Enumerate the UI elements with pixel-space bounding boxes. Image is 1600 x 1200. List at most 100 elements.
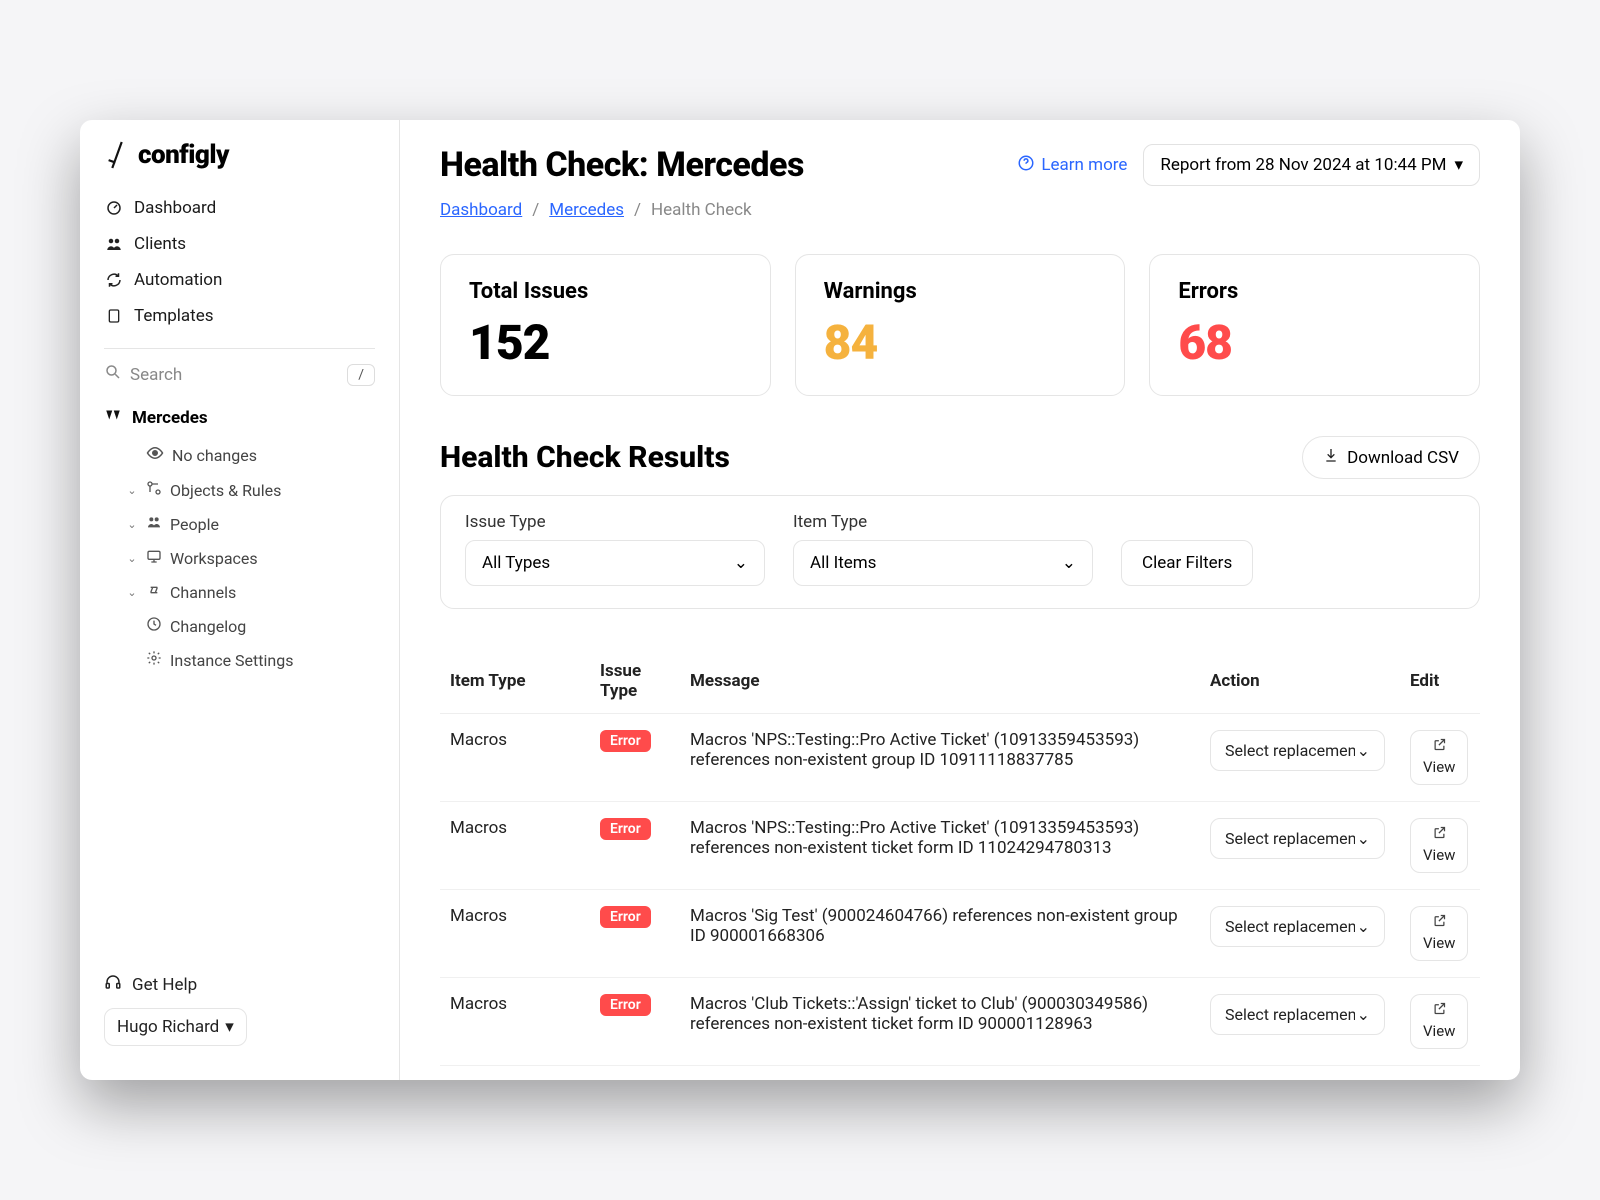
filter-item-type-select[interactable]: All Items ⌄ [793, 540, 1093, 586]
view-button[interactable]: View [1410, 818, 1468, 873]
view-button[interactable]: View [1410, 994, 1468, 1049]
learn-more-link[interactable]: Learn more [1017, 154, 1127, 177]
help-link[interactable]: Get Help [104, 973, 375, 996]
cell-item-type: Macros [440, 802, 590, 890]
caret-down-icon: ▾ [1454, 155, 1463, 175]
breadcrumb: Dashboard / Mercedes / Health Check [440, 200, 1480, 220]
nav-automation[interactable]: Automation [104, 262, 375, 298]
search-kbd: / [347, 364, 375, 386]
external-link-icon [1432, 737, 1447, 756]
chevron-down-icon: ⌄ [1062, 553, 1076, 573]
tree-instance-settings[interactable]: Instance Settings [80, 643, 399, 677]
tree-channels[interactable]: ⌄ Channels [80, 575, 399, 609]
error-badge: Error [600, 906, 651, 928]
brand-icon [100, 138, 135, 173]
clock-icon [146, 616, 162, 636]
col-item-type: Item Type [440, 649, 590, 714]
cell-item-type: Macros [440, 714, 590, 802]
search-input[interactable]: Search [104, 363, 337, 386]
results-title: Health Check Results [440, 440, 730, 475]
report-selector[interactable]: Report from 28 Nov 2024 at 10:44 PM ▾ [1143, 144, 1480, 186]
sidebar: configly Dashboard Clients Automation [80, 120, 400, 1080]
col-edit: Edit [1400, 649, 1480, 714]
table-row: MacrosErrorMacros 'NPS::Testing::Pro Act… [440, 802, 1480, 890]
user-menu[interactable]: Hugo Richard ▾ [104, 1008, 247, 1046]
error-badge: Error [600, 818, 651, 840]
channels-icon [146, 582, 162, 602]
chevron-down-icon: ⌄ [126, 586, 138, 599]
search-icon [104, 363, 122, 386]
people-icon [146, 514, 162, 534]
error-badge: Error [600, 730, 651, 752]
automation-icon [104, 271, 124, 289]
col-message: Message [680, 649, 1200, 714]
action-select[interactable]: Select replacement⌄ [1210, 818, 1385, 859]
workspace-icon [146, 548, 162, 568]
chevron-down-icon: ⌄ [126, 518, 138, 531]
client-brand-icon [104, 406, 122, 429]
page-title: Health Check: Mercedes [440, 145, 804, 185]
tree-changelog[interactable]: Changelog [80, 609, 399, 643]
tree-people[interactable]: ⌄ People [80, 507, 399, 541]
filter-bar: Issue Type All Types ⌄ Item Type All Ite… [440, 495, 1480, 609]
cell-item-type: Macros [440, 890, 590, 978]
chevron-down-icon: ⌄ [1357, 829, 1370, 848]
chevron-down-icon: ⌄ [1357, 1005, 1370, 1024]
tree-objects-rules[interactable]: ⌄ Objects & Rules [80, 473, 399, 507]
cell-message: Macros 'NPS::Testing::Pro Active Ticket'… [680, 714, 1200, 802]
main-content: Health Check: Mercedes Learn more Report… [400, 120, 1520, 1080]
nav-templates[interactable]: Templates [104, 298, 375, 334]
filter-issue-type-select[interactable]: All Types ⌄ [465, 540, 765, 586]
filter-item-type-label: Item Type [793, 512, 1093, 532]
col-action: Action [1200, 649, 1400, 714]
external-link-icon [1432, 1001, 1447, 1020]
stat-errors: Errors 68 [1149, 254, 1480, 396]
error-badge: Error [600, 994, 651, 1016]
client-header[interactable]: Mercedes [80, 398, 399, 437]
stat-warnings: Warnings 84 [795, 254, 1126, 396]
breadcrumb-current: Health Check [651, 200, 752, 220]
clear-filters-button[interactable]: Clear Filters [1121, 540, 1253, 586]
action-select[interactable]: Select replacement⌄ [1210, 906, 1385, 947]
chevron-down-icon: ⌄ [126, 552, 138, 565]
dashboard-icon [104, 199, 124, 217]
chevron-down-icon: ⌄ [126, 484, 138, 497]
brand[interactable]: configly [80, 140, 399, 186]
results-table: Item Type Issue Type Message Action Edit… [440, 649, 1480, 1066]
help-circle-icon [1017, 154, 1035, 177]
cell-message: Macros 'Sig Test' (900024604766) referen… [680, 890, 1200, 978]
download-icon [1323, 447, 1339, 468]
nav-dashboard[interactable]: Dashboard [104, 190, 375, 226]
stat-total-issues: Total Issues 152 [440, 254, 771, 396]
nav-clients[interactable]: Clients [104, 226, 375, 262]
view-button[interactable]: View [1410, 730, 1468, 785]
headset-icon [104, 973, 122, 996]
tree-workspaces[interactable]: ⌄ Workspaces [80, 541, 399, 575]
clients-icon [104, 235, 124, 253]
table-row: Macros Error Macros 'NPS::Testing::Pro Act… [440, 714, 1480, 802]
eye-icon [146, 444, 164, 466]
cell-message: Macros 'Club Tickets::'Assign' ticket to… [680, 978, 1200, 1066]
breadcrumb-dashboard[interactable]: Dashboard [440, 200, 522, 220]
chevron-down-icon: ⌄ [734, 553, 748, 573]
download-csv-button[interactable]: Download CSV [1302, 436, 1480, 479]
caret-down-icon: ▾ [225, 1017, 234, 1037]
breadcrumb-mercedes[interactable]: Mercedes [549, 200, 624, 220]
gear-icon [146, 650, 162, 670]
action-select[interactable]: Select replacement⌄ [1210, 730, 1385, 771]
view-button[interactable]: View [1410, 906, 1468, 961]
col-issue-type: Issue Type [590, 649, 680, 714]
chevron-down-icon: ⌄ [1357, 917, 1370, 936]
templates-icon [104, 307, 124, 325]
cell-item-type: Macros [440, 978, 590, 1066]
chevron-down-icon: ⌄ [1357, 741, 1370, 760]
external-link-icon [1432, 825, 1447, 844]
external-link-icon [1432, 913, 1447, 932]
filter-issue-type-label: Issue Type [465, 512, 765, 532]
objects-icon [146, 480, 162, 500]
tree-no-changes[interactable]: No changes [80, 437, 399, 473]
action-select[interactable]: Select replacement⌄ [1210, 994, 1385, 1035]
brand-name: configly [138, 140, 229, 170]
table-row: Macros Error Macros 'Club Tickets::'Assign… [440, 978, 1480, 1066]
table-row: Macros Error Macros 'Sig Test' (9000246047… [440, 890, 1480, 978]
